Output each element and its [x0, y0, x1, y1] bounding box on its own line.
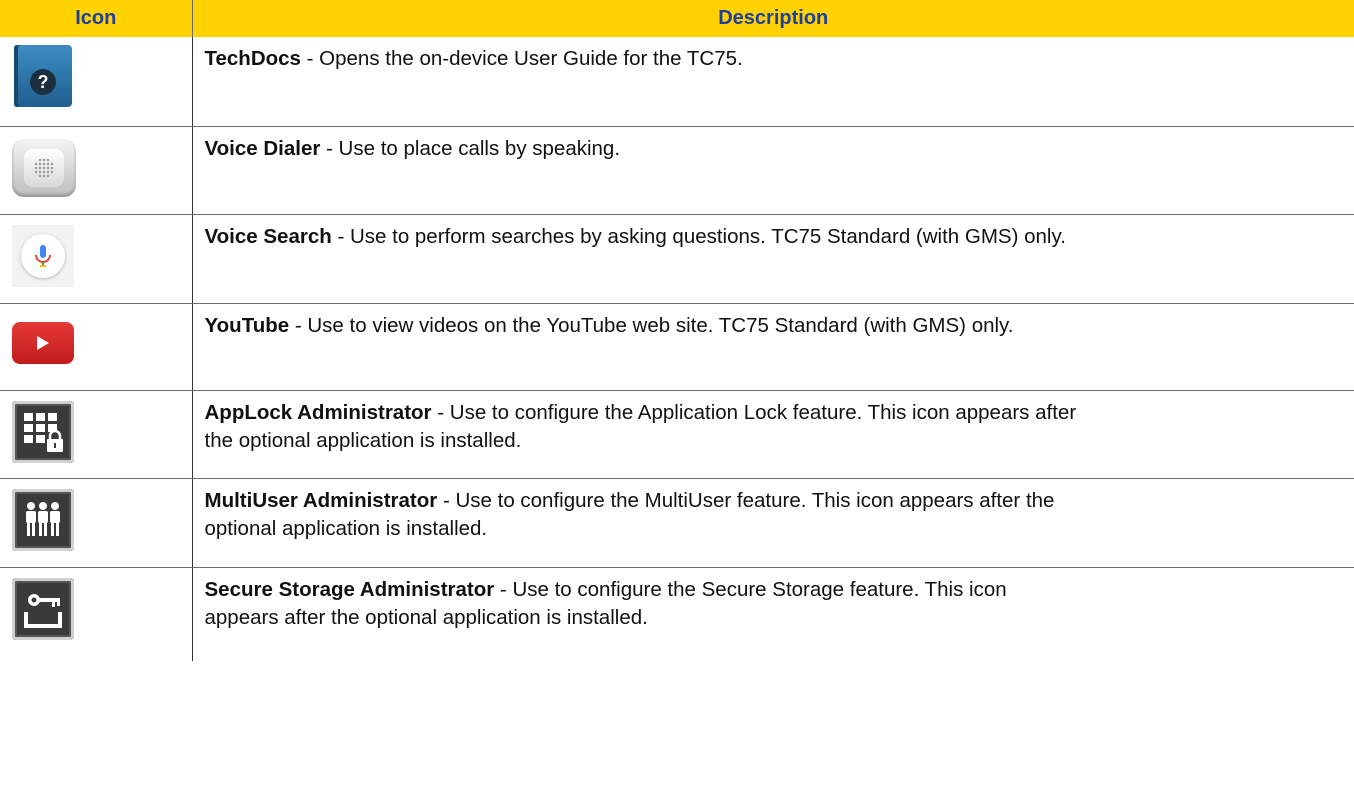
- row-title: AppLock Administrator: [204, 400, 432, 424]
- row-text: - Use to place calls by speaking.: [320, 136, 621, 160]
- row-text: - Use to view videos on the YouTube web …: [289, 313, 1014, 337]
- row-text: - Use to perform searches by asking ques…: [331, 224, 1066, 248]
- row-text: - Use to configure the Secure Storage fe…: [494, 577, 1007, 601]
- table-row: Secure Storage Administrator - Use to co…: [0, 567, 1354, 661]
- voice-dialer-icon: [12, 138, 76, 197]
- icon-description-table: Icon Description ? TechDocs - Opens the …: [0, 0, 1354, 661]
- applock-admin-icon: [12, 400, 74, 463]
- row-text-line2: optional application is installed.: [204, 516, 488, 540]
- row-title: Voice Dialer: [204, 136, 321, 160]
- row-text-line2: appears after the optional application i…: [204, 605, 648, 629]
- row-text: - Opens the on-device User Guide for the…: [300, 47, 743, 70]
- table-row: Voice Dialer - Use to place calls by spe…: [0, 126, 1354, 215]
- row-title: TechDocs: [204, 47, 301, 70]
- voice-search-icon: [12, 224, 74, 287]
- row-text: - Use to configure the Application Lock …: [431, 400, 1077, 424]
- multiuser-admin-icon: [12, 488, 74, 551]
- table-row: MultiUser Administrator - Use to configu…: [0, 478, 1354, 568]
- header-description: Description: [192, 0, 1354, 37]
- row-title: Secure Storage Administrator: [204, 577, 495, 601]
- table-row: AppLock Administrator - Use to configure…: [0, 390, 1354, 479]
- table-row: ? TechDocs - Opens the on-device User Gu…: [0, 37, 1354, 127]
- techdocs-icon: ?: [14, 45, 72, 107]
- table-row: Voice Search - Use to perform searches b…: [0, 214, 1354, 304]
- youtube-icon: [12, 321, 74, 364]
- row-title: YouTube: [204, 313, 290, 337]
- row-text: - Use to configure the MultiUser feature…: [437, 488, 1055, 512]
- row-text-line2: the optional application is installed.: [204, 428, 522, 452]
- header-icon: Icon: [0, 0, 193, 37]
- secure-storage-admin-icon: [12, 577, 74, 640]
- row-title: MultiUser Administrator: [204, 488, 438, 512]
- table-row: YouTube - Use to view videos on the YouT…: [0, 303, 1354, 391]
- table-header-row: Icon Description: [0, 0, 1354, 37]
- row-title: Voice Search: [204, 224, 332, 248]
